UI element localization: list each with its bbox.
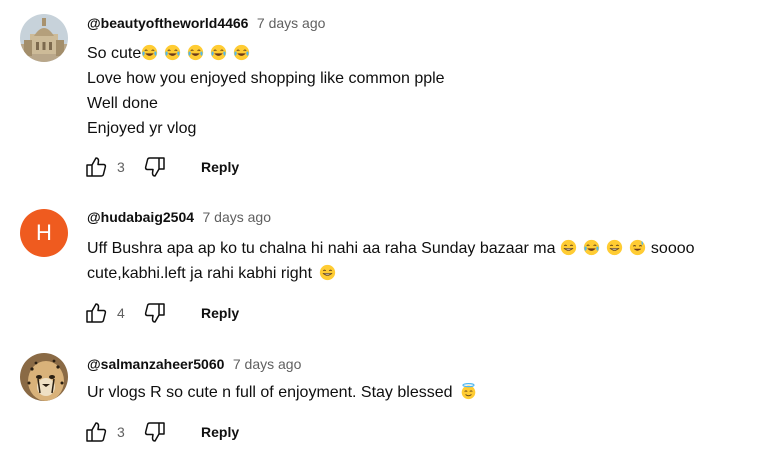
comment-line: Well done xyxy=(87,95,158,112)
comment-line: Enjoyed yr vlog xyxy=(87,120,197,137)
tears-of-joy-emoji-icon xyxy=(233,44,250,61)
tears-of-joy-emoji-icon xyxy=(141,44,158,61)
tears-of-joy-emoji-icon xyxy=(187,44,204,61)
comment-author[interactable]: @beautyoftheworld4466 xyxy=(87,15,248,31)
grinning-emoji-icon xyxy=(606,239,623,256)
comment-line-text: Uff Bushra apa ap ko tu chalna hi nahi a… xyxy=(87,240,556,257)
avatar[interactable] xyxy=(20,353,68,401)
comment-text: So cute Love how you enjoyed shopping li… xyxy=(87,41,445,141)
like-count: 3 xyxy=(117,424,125,440)
avatar[interactable]: H xyxy=(20,209,68,257)
comment-header: @salmanzaheer5060 7 days ago xyxy=(87,354,301,374)
tears-of-joy-emoji-icon xyxy=(210,44,227,61)
comment-line: Ur vlogs R so cute n full of enjoyment. … xyxy=(87,380,477,405)
reply-button[interactable]: Reply xyxy=(201,304,239,322)
reply-button[interactable]: Reply xyxy=(201,158,239,176)
comment-timestamp[interactable]: 7 days ago xyxy=(233,356,302,372)
comment-line-text: soooo xyxy=(650,240,695,257)
thumbs-up-icon[interactable] xyxy=(84,420,108,444)
comment-timestamp[interactable]: 7 days ago xyxy=(202,209,271,225)
like-count: 3 xyxy=(117,159,125,175)
comment-header: @beautyoftheworld4466 7 days ago xyxy=(87,13,325,33)
avatar[interactable] xyxy=(20,14,68,62)
building-photo-icon xyxy=(20,14,68,62)
comment-author[interactable]: @salmanzaheer5060 xyxy=(87,356,224,372)
cheetah-photo-icon xyxy=(20,353,68,401)
grinning-emoji-icon xyxy=(560,239,577,256)
comment-text: Ur vlogs R so cute n full of enjoyment. … xyxy=(87,380,477,405)
thumbs-down-icon[interactable] xyxy=(143,155,167,179)
comment-line: cute,kabhi.left ja rahi kabhi right xyxy=(87,261,695,286)
comment-line-text: Ur vlogs R so cute n full of enjoyment. … xyxy=(87,384,453,401)
thumbs-down-icon[interactable] xyxy=(143,420,167,444)
like-count: 4 xyxy=(117,305,125,321)
sweat-smile-emoji-icon xyxy=(629,239,646,256)
comment-header: @hudabaig2504 7 days ago xyxy=(87,207,271,227)
comment-line: Uff Bushra apa ap ko tu chalna hi nahi a… xyxy=(87,236,695,261)
grinning-emoji-icon xyxy=(319,264,336,281)
comment-line: Love how you enjoyed shopping like commo… xyxy=(87,70,445,87)
comment-timestamp[interactable]: 7 days ago xyxy=(257,15,326,31)
halo-emoji-icon xyxy=(460,383,477,400)
comment-line: So cute xyxy=(87,41,445,66)
thumbs-up-icon[interactable] xyxy=(84,301,108,325)
comment-text: Uff Bushra apa ap ko tu chalna hi nahi a… xyxy=(87,236,695,286)
comment-line-text: So cute xyxy=(87,45,142,62)
tears-of-joy-emoji-icon xyxy=(583,239,600,256)
comment-author[interactable]: @hudabaig2504 xyxy=(87,209,194,225)
thumbs-down-icon[interactable] xyxy=(143,301,167,325)
comment-line-text: cute,kabhi.left ja rahi kabhi right xyxy=(87,265,313,282)
reply-button[interactable]: Reply xyxy=(201,423,239,441)
thumbs-up-icon[interactable] xyxy=(84,155,108,179)
tears-of-joy-emoji-icon xyxy=(164,44,181,61)
